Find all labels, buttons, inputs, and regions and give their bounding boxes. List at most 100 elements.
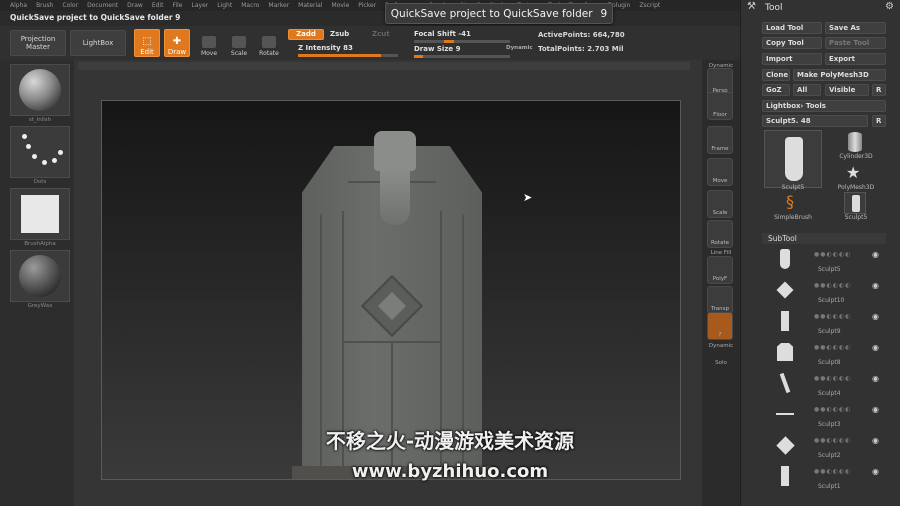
dock-scale-button[interactable]: Scale bbox=[707, 190, 733, 218]
subtool-toggles[interactable]: ●●◐◐◐◐ bbox=[814, 344, 851, 351]
import-button[interactable]: Import bbox=[762, 53, 822, 65]
simplebrush-icon[interactable]: § bbox=[786, 192, 794, 211]
draw-button[interactable]: ✚ Draw bbox=[164, 29, 190, 57]
dock-move-button[interactable]: Move bbox=[707, 158, 733, 186]
brush-name: st_Inlish bbox=[28, 117, 52, 123]
lightbox-button[interactable]: LightBox bbox=[70, 30, 126, 56]
subtool-row[interactable]: ●●◐◐◐◐ ◉ Sculpt1 bbox=[768, 463, 886, 493]
move-button[interactable]: Move bbox=[196, 29, 222, 57]
menu-item-macro[interactable]: Macro bbox=[241, 2, 259, 9]
goz-button[interactable]: GoZ bbox=[762, 84, 790, 96]
subtool-row[interactable]: ●●◐◐◐◐ ◉ Sculpt2 bbox=[768, 432, 886, 462]
subtool-toggles[interactable]: ●●◐◐◐◐ bbox=[814, 437, 851, 444]
brush-thumbnail[interactable] bbox=[10, 64, 70, 116]
menu-item-edit[interactable]: Edit bbox=[152, 2, 164, 9]
menu-item-light[interactable]: Light bbox=[217, 2, 232, 9]
dock-scale-label: Scale bbox=[712, 210, 728, 216]
ghost-button[interactable]: ? bbox=[707, 312, 733, 340]
dots-stroke-icon bbox=[18, 132, 63, 172]
subtool-toggles[interactable]: ●●◐◐◐◐ bbox=[814, 468, 851, 475]
scale-button[interactable]: Scale bbox=[226, 29, 252, 57]
floor-button[interactable]: Floor bbox=[707, 92, 733, 120]
subtool-toggles[interactable]: ●●◐◐◐◐ bbox=[814, 406, 851, 413]
menu-item-material[interactable]: Material bbox=[298, 2, 322, 9]
floor-label: Floor bbox=[713, 112, 727, 118]
eye-icon[interactable]: ◉ bbox=[872, 281, 879, 290]
subtool-toggles[interactable]: ●●◐◐◐◐ bbox=[814, 282, 851, 289]
subtool-name: Sculpt10 bbox=[818, 297, 845, 304]
sculpt5-small-thumbnail[interactable] bbox=[844, 192, 866, 214]
eye-icon[interactable]: ◉ bbox=[872, 343, 879, 352]
alpha-thumbnail[interactable] bbox=[10, 188, 70, 240]
eye-icon[interactable]: ◉ bbox=[872, 436, 879, 445]
stroke-thumbnail[interactable] bbox=[10, 126, 70, 178]
menu-item-picker[interactable]: Picker bbox=[358, 2, 376, 9]
tool-thumb-label: PolyMesh3D bbox=[837, 184, 875, 191]
subtool-row[interactable]: ●●◐◐◐◐ ◉ Sculpt8 bbox=[768, 339, 886, 369]
menu-item-brush[interactable]: Brush bbox=[36, 2, 53, 9]
paste-tool-button[interactable]: Paste Tool bbox=[825, 37, 886, 49]
zadd-button[interactable]: Zadd bbox=[288, 29, 324, 40]
current-tool-slider[interactable]: Sculpt5. 48 bbox=[762, 115, 868, 127]
eye-icon[interactable]: ◉ bbox=[872, 374, 879, 383]
zcut-button[interactable]: Zcut bbox=[372, 30, 390, 38]
projection-master-button[interactable]: Projection Master bbox=[10, 30, 66, 56]
export-button[interactable]: Export bbox=[825, 53, 886, 65]
load-tool-button[interactable]: Load Tool bbox=[762, 22, 822, 34]
dock-rotate-button[interactable]: Rotate bbox=[707, 220, 733, 248]
menu-item-alpha[interactable]: Alpha bbox=[10, 2, 27, 9]
focal-shift-label: Focal Shift -41 bbox=[414, 30, 471, 38]
visible-button[interactable]: Visible bbox=[825, 84, 869, 96]
lightbox-tools-button[interactable]: Lightbox› Tools bbox=[762, 100, 886, 112]
menu-item-draw[interactable]: Draw bbox=[127, 2, 143, 9]
frame-button[interactable]: Frame bbox=[707, 126, 733, 154]
dynamic-toggle[interactable]: Dynamic bbox=[506, 45, 533, 51]
eye-icon[interactable]: ◉ bbox=[872, 312, 879, 321]
r-button[interactable]: R bbox=[872, 84, 886, 96]
subtool-thumbnail-icon bbox=[774, 465, 796, 487]
save-as-button[interactable]: Save As bbox=[825, 22, 886, 34]
draw-label: Draw bbox=[167, 47, 187, 56]
menu-item-marker[interactable]: Marker bbox=[268, 2, 289, 9]
sculpt5-thumbnail[interactable] bbox=[764, 130, 822, 188]
menu-item-layer[interactable]: Layer bbox=[192, 2, 209, 9]
subtool-row[interactable]: ●●◐◐◐◐ ◉ Sculpt5 bbox=[768, 246, 886, 276]
polyf-button[interactable]: PolyF bbox=[707, 256, 733, 284]
subtool-row[interactable]: ●●◐◐◐◐ ◉ Sculpt3 bbox=[768, 401, 886, 431]
draw-size-slider[interactable] bbox=[414, 55, 510, 58]
z-intensity-fill bbox=[298, 54, 381, 57]
clone-button[interactable]: Clone bbox=[762, 69, 790, 81]
make-polymesh-button[interactable]: Make PolyMesh3D bbox=[793, 69, 886, 81]
r-button-2[interactable]: R bbox=[872, 115, 886, 127]
menu-item-zscript[interactable]: Zscript bbox=[639, 2, 660, 9]
subtool-toggles[interactable]: ●●◐◐◐◐ bbox=[814, 313, 851, 320]
eye-icon[interactable]: ◉ bbox=[872, 467, 879, 476]
subtool-row[interactable]: ●●◐◐◐◐ ◉ Sculpt9 bbox=[768, 308, 886, 338]
subtool-toggles[interactable]: ●●◐◐◐◐ bbox=[814, 375, 851, 382]
zsub-button[interactable]: Zsub bbox=[330, 30, 349, 38]
focal-shift-slider[interactable] bbox=[414, 40, 510, 43]
material-thumbnail[interactable] bbox=[10, 250, 70, 302]
menu-item-document[interactable]: Document bbox=[87, 2, 118, 9]
subtool-row[interactable]: ●●◐◐◐◐ ◉ Sculpt10 bbox=[768, 277, 886, 307]
draw-icon: ✚ bbox=[172, 36, 182, 48]
copy-tool-button[interactable]: Copy Tool bbox=[762, 37, 822, 49]
menu-item-file[interactable]: File bbox=[172, 2, 182, 9]
watermark-title: 不移之火-动漫游戏美术资源 bbox=[325, 429, 575, 453]
subtool-toggles[interactable]: ●●◐◐◐◐ bbox=[814, 251, 851, 258]
menu-item-movie[interactable]: Movie bbox=[332, 2, 350, 9]
eye-icon[interactable]: ◉ bbox=[872, 250, 879, 259]
transp-button[interactable]: Transp bbox=[707, 286, 733, 314]
polymesh-star-icon[interactable]: ★ bbox=[846, 163, 860, 182]
menu-item-color[interactable]: Color bbox=[62, 2, 78, 9]
canvas-scroll-strip[interactable] bbox=[78, 62, 690, 70]
subtool-row[interactable]: ●●◐◐◐◐ ◉ Sculpt4 bbox=[768, 370, 886, 400]
subtool-header[interactable]: SubTool bbox=[762, 233, 886, 244]
document-canvas[interactable]: ➤ bbox=[101, 100, 681, 480]
settings-icon[interactable]: ⚙ bbox=[885, 1, 894, 12]
eye-icon[interactable]: ◉ bbox=[872, 405, 879, 414]
rotate-button[interactable]: Rotate bbox=[256, 29, 282, 57]
edit-button[interactable]: ⬚ Edit bbox=[134, 29, 160, 57]
all-button[interactable]: All bbox=[793, 84, 821, 96]
hammer-icon: ⚒ bbox=[747, 1, 756, 12]
